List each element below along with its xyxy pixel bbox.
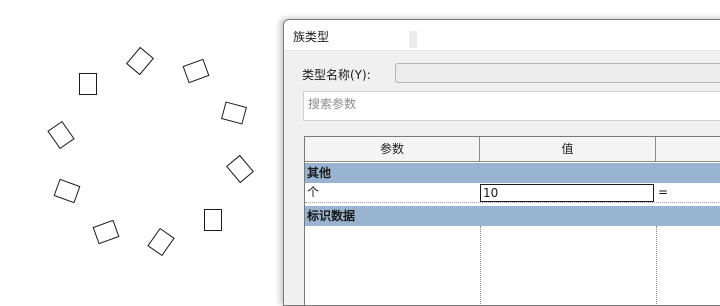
- titlebar-separator: [409, 31, 417, 48]
- array-instance-rect-3[interactable]: [182, 58, 210, 84]
- group-header-other[interactable]: 其他: [305, 163, 720, 183]
- column-divider: [480, 226, 481, 305]
- search-placeholder: 搜索参数: [308, 97, 357, 111]
- parameter-name-cell: 个: [307, 185, 320, 199]
- column-header-parameter[interactable]: 参数: [305, 137, 480, 161]
- array-instance-rect-7[interactable]: [147, 227, 175, 257]
- column-divider: [656, 226, 657, 305]
- family-types-dialog: 族类型 类型名称(Y): 搜索参数 参数 值 其他 个 10 = 标识数据: [283, 19, 720, 306]
- group-header-identity-data[interactable]: 标识数据: [305, 206, 720, 226]
- column-header-formula[interactable]: [656, 137, 720, 161]
- table-row[interactable]: 个 10 =: [305, 183, 720, 203]
- array-instance-rect-6[interactable]: [204, 209, 222, 231]
- type-name-label: 类型名称(Y):: [302, 68, 371, 82]
- array-instance-rect-8[interactable]: [92, 219, 120, 245]
- drawing-canvas[interactable]: [0, 0, 280, 294]
- array-instance-rect-5[interactable]: [226, 154, 254, 184]
- array-instance-rect-10[interactable]: [47, 120, 75, 150]
- dialog-titlebar[interactable]: 族类型: [284, 20, 720, 51]
- parameter-value-input[interactable]: 10: [480, 184, 654, 202]
- array-instance-rect-9[interactable]: [53, 178, 81, 204]
- dialog-title: 族类型: [293, 30, 330, 44]
- search-parameters-input[interactable]: 搜索参数: [303, 91, 720, 121]
- array-instance-rect-1[interactable]: [79, 73, 97, 95]
- grid-header: 参数 值: [305, 137, 720, 162]
- array-instance-rect-2[interactable]: [126, 46, 154, 76]
- array-instance-rect-4[interactable]: [221, 101, 247, 125]
- type-name-field[interactable]: [395, 63, 720, 83]
- parameters-grid: 参数 值 其他 个 10 = 标识数据: [304, 136, 720, 306]
- column-header-value[interactable]: 值: [480, 137, 656, 161]
- parameter-formula-cell[interactable]: =: [656, 183, 720, 202]
